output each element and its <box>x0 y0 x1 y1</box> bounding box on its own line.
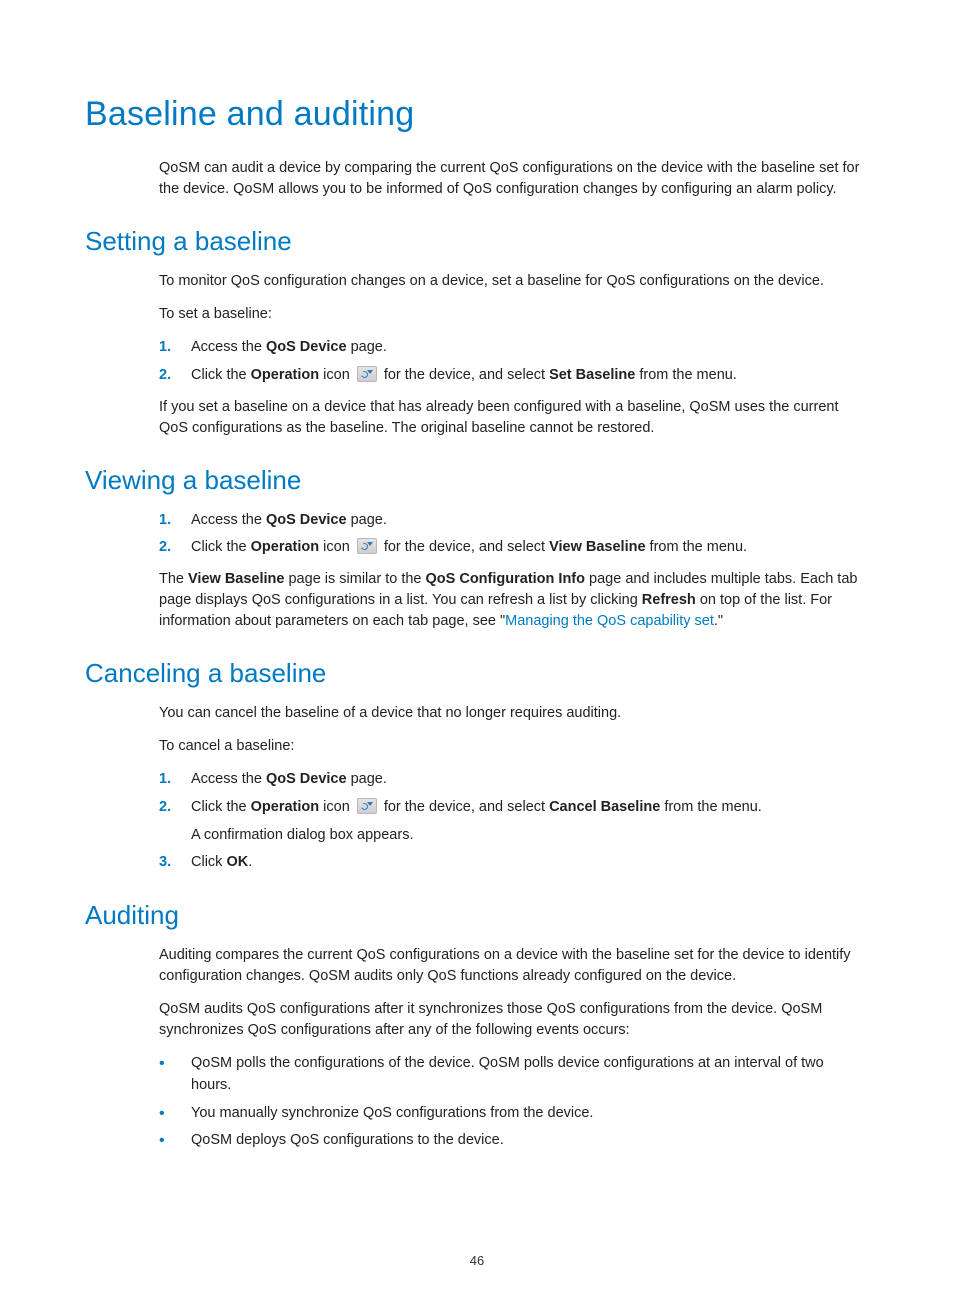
bullet-icon: • <box>159 1103 191 1122</box>
text: . <box>248 854 252 870</box>
step-subtext: A confirmation dialog box appears. <box>191 825 762 847</box>
text: page. <box>347 771 387 787</box>
page-number: 46 <box>0 1253 954 1268</box>
text: Access the <box>191 771 266 787</box>
step-number: 1. <box>159 510 191 532</box>
step-number: 1. <box>159 337 191 359</box>
heading-auditing: Auditing <box>85 900 864 931</box>
section-setting: To monitor QoS configuration changes on … <box>159 271 864 439</box>
step-text: Access the QoS Device page. <box>191 510 387 532</box>
text: from the menu. <box>635 367 737 383</box>
text: Click the <box>191 799 251 815</box>
bold-qos-config-info: QoS Configuration Info <box>426 571 585 587</box>
text: page. <box>347 339 387 355</box>
bold-qos-device: QoS Device <box>266 339 347 355</box>
text: icon <box>319 799 354 815</box>
text: Click <box>191 854 226 870</box>
step-number: 2. <box>159 797 191 819</box>
list-item: 1. Access the QoS Device page. <box>159 510 864 532</box>
list-item: • QoSM deploys QoS configurations to the… <box>159 1130 864 1152</box>
canceling-p1: You can cancel the baseline of a device … <box>159 703 864 724</box>
list-item: 1. Access the QoS Device page. <box>159 769 864 791</box>
bullet-text: You manually synchronize QoS configurati… <box>191 1103 593 1125</box>
step-text: Access the QoS Device page. <box>191 769 387 791</box>
step-number: 2. <box>159 537 191 559</box>
text: Access the <box>191 339 266 355</box>
bold-view-baseline: View Baseline <box>188 571 284 587</box>
text: for the device, and select <box>380 799 549 815</box>
canceling-steps: 1. Access the QoS Device page. 2. Click … <box>159 769 864 874</box>
list-item: 2. Click the Operation icon for the devi… <box>159 537 864 559</box>
intro-block: QoSM can audit a device by comparing the… <box>159 158 864 200</box>
bold-view-baseline: View Baseline <box>549 539 645 555</box>
step-number: 3. <box>159 852 191 874</box>
setting-p1: To monitor QoS configuration changes on … <box>159 271 864 292</box>
step-text: Click OK. <box>191 852 252 874</box>
setting-steps: 1. Access the QoS Device page. 2. Click … <box>159 337 864 387</box>
text: ." <box>714 613 723 629</box>
auditing-p2: QoSM audits QoS configurations after it … <box>159 999 864 1041</box>
bold-set-baseline: Set Baseline <box>549 367 635 383</box>
section-viewing: 1. Access the QoS Device page. 2. Click … <box>159 510 864 633</box>
bold-refresh: Refresh <box>642 592 696 608</box>
bold-operation: Operation <box>251 367 319 383</box>
viewing-steps: 1. Access the QoS Device page. 2. Click … <box>159 510 864 560</box>
bold-cancel-baseline: Cancel Baseline <box>549 799 660 815</box>
step-number: 2. <box>159 365 191 387</box>
intro-paragraph: QoSM can audit a device by comparing the… <box>159 158 864 200</box>
step-number: 1. <box>159 769 191 791</box>
page-title: Baseline and auditing <box>85 95 864 134</box>
setting-p2: To set a baseline: <box>159 304 864 325</box>
viewing-para: The View Baseline page is similar to the… <box>159 569 864 632</box>
heading-setting-baseline: Setting a baseline <box>85 226 864 257</box>
bullet-text: QoSM polls the configurations of the dev… <box>191 1053 864 1097</box>
text: Click the <box>191 367 251 383</box>
text: page is similar to the <box>284 571 425 587</box>
bold-operation: Operation <box>251 799 319 815</box>
document-page: Baseline and auditing QoSM can audit a d… <box>0 0 954 1296</box>
list-item: • You manually synchronize QoS configura… <box>159 1103 864 1125</box>
list-item: 2. Click the Operation icon for the devi… <box>159 797 864 847</box>
bold-qos-device: QoS Device <box>266 771 347 787</box>
operation-icon <box>357 538 377 554</box>
auditing-p1: Auditing compares the current QoS config… <box>159 945 864 987</box>
step-text: Click the Operation icon for the device,… <box>191 365 737 387</box>
canceling-p2: To cancel a baseline: <box>159 736 864 757</box>
bullet-icon: • <box>159 1053 191 1072</box>
bold-operation: Operation <box>251 539 319 555</box>
bullet-icon: • <box>159 1130 191 1149</box>
list-item: 2. Click the Operation icon for the devi… <box>159 365 864 387</box>
text: from the menu. <box>660 799 762 815</box>
bold-ok: OK <box>226 854 248 870</box>
section-canceling: You can cancel the baseline of a device … <box>159 703 864 874</box>
text: Click the <box>191 539 251 555</box>
operation-icon <box>357 366 377 382</box>
setting-note: If you set a baseline on a device that h… <box>159 397 864 439</box>
text: from the menu. <box>646 539 748 555</box>
text: icon <box>319 367 354 383</box>
text: page. <box>347 512 387 528</box>
step-text: Click the Operation icon for the device,… <box>191 537 747 559</box>
heading-canceling-baseline: Canceling a baseline <box>85 658 864 689</box>
link-managing-qos-capability[interactable]: Managing the QoS capability set <box>505 613 714 629</box>
step-text: Access the QoS Device page. <box>191 337 387 359</box>
section-auditing: Auditing compares the current QoS config… <box>159 945 864 1152</box>
operation-icon <box>357 798 377 814</box>
heading-viewing-baseline: Viewing a baseline <box>85 465 864 496</box>
bullet-text: QoSM deploys QoS configurations to the d… <box>191 1130 504 1152</box>
step-text: Click the Operation icon for the device,… <box>191 797 762 847</box>
auditing-bullets: • QoSM polls the configurations of the d… <box>159 1053 864 1152</box>
bold-qos-device: QoS Device <box>266 512 347 528</box>
list-item: 3. Click OK. <box>159 852 864 874</box>
list-item: • QoSM polls the configurations of the d… <box>159 1053 864 1097</box>
text: for the device, and select <box>380 367 549 383</box>
text: for the device, and select <box>380 539 549 555</box>
text: Access the <box>191 512 266 528</box>
text: The <box>159 571 188 587</box>
text: icon <box>319 539 354 555</box>
list-item: 1. Access the QoS Device page. <box>159 337 864 359</box>
